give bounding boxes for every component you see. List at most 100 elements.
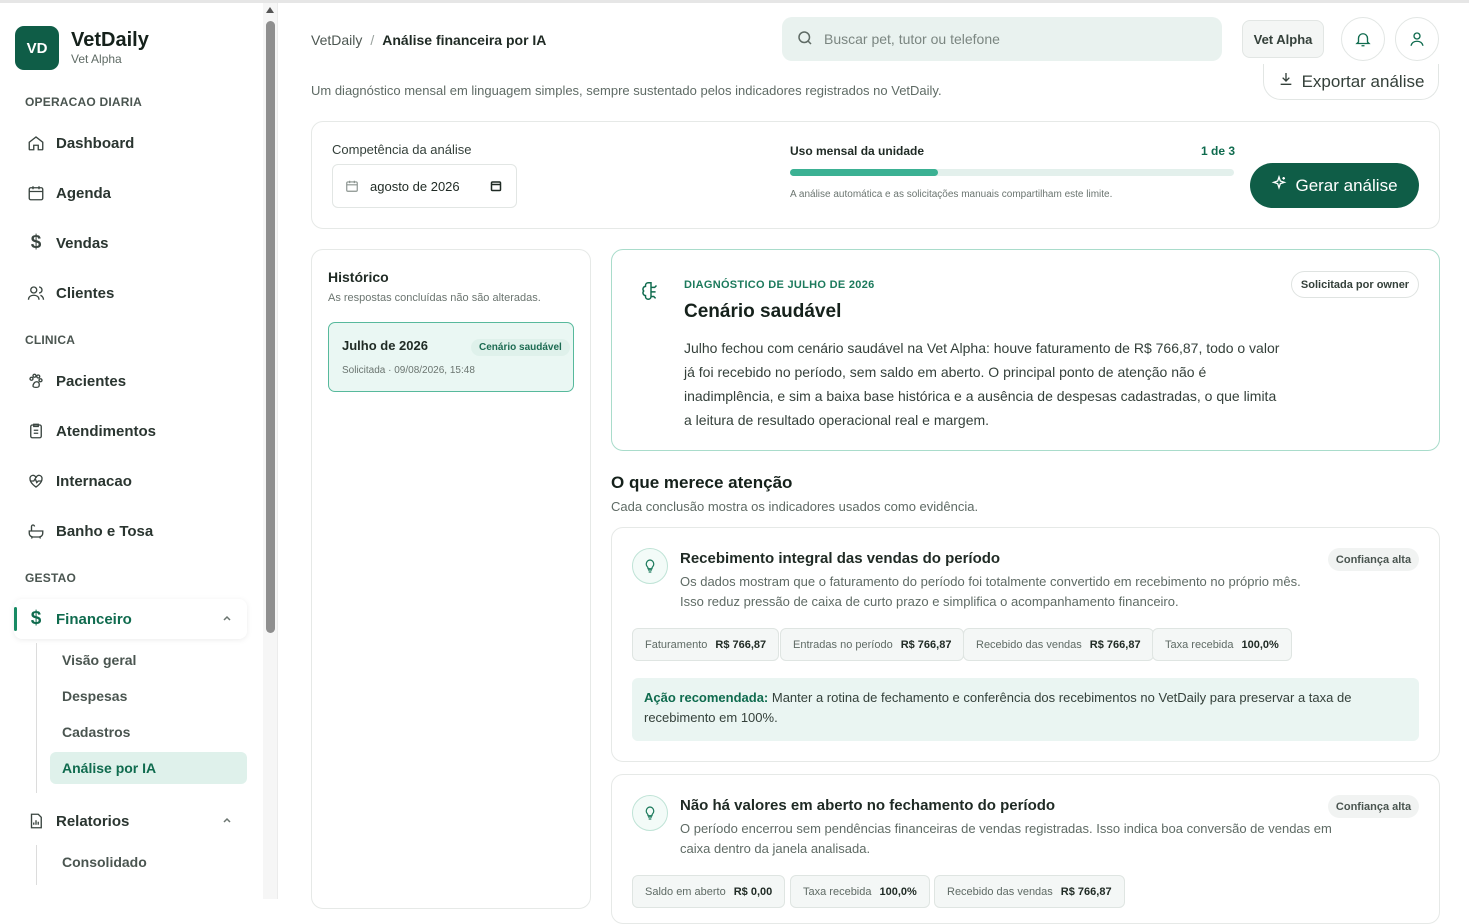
metric-chip: Faturamento R$ 766,87 — [632, 628, 780, 661]
sidebar-sub-visao-geral[interactable]: Visão geral — [50, 644, 247, 676]
sidebar-item-financeiro[interactable]: $ Financeiro — [14, 599, 247, 639]
metric-chip: Taxa recebida 100,0% — [790, 875, 930, 908]
usage-count: 1 de 3 — [1201, 144, 1236, 158]
sidebar-scrollbar[interactable] — [263, 3, 278, 899]
brand-logo: VD — [15, 26, 59, 70]
metric-chip: Taxa recebida 100,0% — [1152, 628, 1292, 661]
chevron-up-icon — [223, 615, 231, 621]
search-input[interactable]: Buscar pet, tutor ou telefone — [782, 17, 1222, 61]
sidebar-item-label: Clientes — [56, 284, 115, 302]
section-operacao: OPERACAO DIARIA — [25, 95, 143, 109]
period-label: Competência da análise — [332, 142, 472, 157]
sidebar-item-relatorios[interactable]: Relatorios — [14, 801, 247, 841]
date-picker-icon[interactable] — [490, 180, 502, 192]
history-item-tag: Cenário saudável — [471, 339, 570, 356]
usage-label: Uso mensal da unidade — [790, 144, 925, 158]
diagnosis-title: Cenário saudável — [684, 301, 842, 322]
attention-card: Não há valores em aberto no fechamento d… — [611, 774, 1440, 924]
attention-card-title: Não há valores em aberto no fechamento d… — [680, 797, 1056, 814]
lightbulb-icon — [632, 795, 668, 831]
export-label: Exportar análise — [1301, 71, 1425, 91]
scrollbar-thumb[interactable] — [266, 21, 275, 633]
history-item-meta: Solicitada · 09/08/2026, 15:48 — [342, 365, 475, 376]
usage-progress-bar — [790, 169, 1234, 176]
sidebar-item-label: Atendimentos — [56, 422, 157, 440]
dollar-icon: $ — [30, 608, 42, 629]
confidence-badge: Confiança alta — [1328, 795, 1419, 818]
diagnosis-eyebrow: DIAGNÓSTICO DE JULHO DE 2026 — [684, 279, 875, 291]
attention-title: O que merece atenção — [611, 473, 793, 492]
history-item[interactable]: Julho de 2026 Cenário saudável Solicitad… — [328, 322, 574, 392]
brand-name: VetDaily — [71, 29, 149, 51]
sidebar-item-label: Relatorios — [56, 812, 130, 830]
chevron-up-icon — [223, 817, 231, 823]
sidebar-item-banho-tosa[interactable]: Banho e Tosa — [14, 511, 247, 551]
period-value: agosto de 2026 — [370, 178, 460, 194]
heart-pulse-icon — [27, 472, 45, 490]
paw-icon — [27, 372, 45, 390]
breadcrumb-root[interactable]: VetDaily — [311, 32, 362, 48]
history-panel: Histórico As respostas concluídas não sã… — [311, 249, 591, 909]
sidebar-sub-analise-ia[interactable]: Análise por IA — [50, 752, 247, 784]
user-menu-button[interactable] — [1395, 17, 1439, 61]
search-icon — [796, 29, 814, 50]
scroll-up-arrow-icon[interactable] — [266, 7, 274, 13]
notifications-button[interactable] — [1341, 17, 1385, 61]
sidebar-item-pacientes[interactable]: Pacientes — [14, 361, 247, 401]
calendar-icon — [27, 184, 45, 202]
submenu-guide-line — [36, 643, 37, 793]
recommended-action: Ação recomendada: Manter a rotina de fec… — [632, 678, 1419, 741]
submenu-guide-line — [36, 845, 37, 885]
unit-selector-button[interactable]: Vet Alpha — [1242, 20, 1324, 58]
search-placeholder: Buscar pet, tutor ou telefone — [824, 31, 1000, 47]
history-title: Histórico — [328, 269, 389, 285]
metric-chip: Recebido das vendas R$ 766,87 — [934, 875, 1125, 908]
attention-card-body: Os dados mostram que o faturamento do pe… — [680, 574, 1301, 609]
lightbulb-icon — [632, 548, 668, 584]
usage-progress-fill — [790, 169, 938, 176]
period-date-input[interactable]: agosto de 2026 — [332, 164, 517, 208]
sidebar-item-atendimentos[interactable]: Atendimentos — [14, 411, 247, 451]
usage-note: A análise automática e as solicitações m… — [790, 189, 1113, 200]
requested-by-badge: Solicitada por owner — [1291, 271, 1419, 298]
sidebar-item-label: Dashboard — [56, 134, 135, 152]
sidebar-sub-despesas[interactable]: Despesas — [50, 680, 247, 712]
brand-unit: Vet Alpha — [71, 52, 122, 66]
analysis-controls-card: Competência da análise agosto de 2026 Us… — [311, 121, 1440, 229]
sidebar-item-label: Pacientes — [56, 372, 127, 390]
users-icon — [27, 284, 45, 302]
brand[interactable]: VD VetDaily Vet Alpha — [15, 26, 149, 70]
dollar-icon: $ — [30, 232, 42, 253]
sidebar-item-internacao[interactable]: Internacao — [14, 461, 247, 501]
sidebar-item-dashboard[interactable]: Dashboard — [14, 123, 247, 163]
breadcrumb-current: Análise financeira por IA — [382, 32, 547, 48]
sidebar-item-label: Agenda — [56, 184, 112, 202]
user-icon — [1410, 32, 1424, 46]
sidebar-item-label: Vendas — [56, 234, 109, 252]
diagnosis-card: DIAGNÓSTICO DE JULHO DE 2026 Cenário sau… — [611, 249, 1440, 451]
report-icon — [27, 812, 45, 830]
sidebar-item-agenda[interactable]: Agenda — [14, 173, 247, 213]
sidebar-sub-cadastros[interactable]: Cadastros — [50, 716, 247, 748]
metric-chip: Entradas no período R$ 766,87 — [780, 628, 965, 661]
attention-card-body: O período encerrou sem pendências financ… — [680, 821, 1332, 856]
generate-analysis-button[interactable]: Gerar análise — [1250, 163, 1419, 208]
history-item-month: Julho de 2026 — [342, 338, 428, 353]
export-analysis-button[interactable]: Exportar análise — [1263, 64, 1439, 100]
sidebar: VD VetDaily Vet Alpha OPERACAO DIARIA Da… — [0, 3, 263, 899]
bath-icon — [27, 522, 45, 540]
attention-card-title: Recebimento integral das vendas do perío… — [680, 550, 1001, 567]
section-gestao: GESTAO — [25, 571, 76, 585]
bell-icon — [1355, 33, 1371, 47]
sparkles-icon — [1271, 174, 1287, 196]
page-subtitle: Um diagnóstico mensal em linguagem simpl… — [311, 83, 942, 98]
sidebar-sub-consolidado[interactable]: Consolidado — [50, 846, 247, 878]
calendar-icon — [346, 180, 358, 192]
clipboard-icon — [27, 422, 45, 440]
sidebar-item-vendas[interactable]: $ Vendas — [14, 223, 247, 263]
brain-icon — [640, 280, 662, 307]
sidebar-item-clientes[interactable]: Clientes — [14, 273, 247, 313]
section-clinica: CLINICA — [25, 333, 76, 347]
home-icon — [27, 134, 45, 152]
diagnosis-text: Julho fechou com cenário saudável na Vet… — [684, 340, 1280, 428]
